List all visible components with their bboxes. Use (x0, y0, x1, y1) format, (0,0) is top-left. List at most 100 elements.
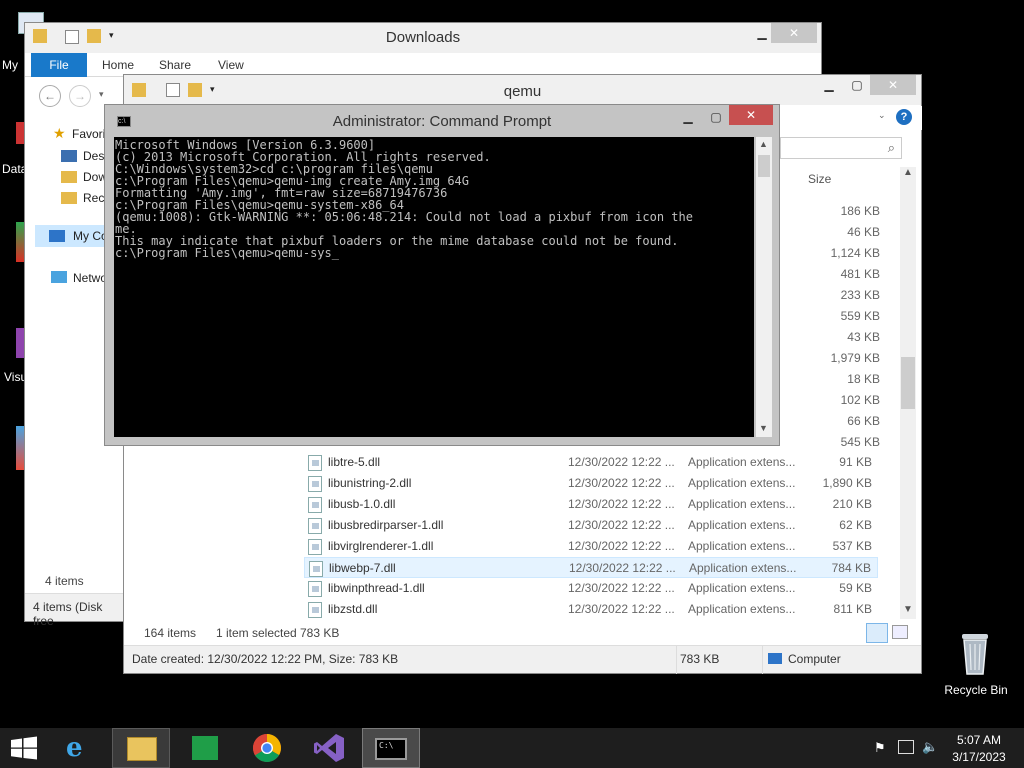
tab-share[interactable]: Share (159, 58, 191, 72)
visual-studio-icon (314, 734, 344, 762)
desktop-label-my[interactable]: My (2, 58, 18, 72)
internet-explorer-icon: e (66, 733, 83, 763)
help-icon[interactable]: ? (896, 109, 912, 125)
vertical-scrollbar[interactable]: ▲ ▼ (900, 167, 916, 619)
table-row[interactable]: libunistring-2.dll 12/30/2022 12:22 ... … (304, 473, 878, 494)
downloads-status-text: 4 items (Disk free (33, 600, 103, 628)
file-name: libtre-5.dll (328, 455, 381, 469)
search-input[interactable]: ⌕ (780, 137, 902, 159)
qemu-selected-size: 783 KB (300, 626, 340, 640)
cmd-titlebar[interactable]: c:\ Administrator: Command Prompt ▁ ▢ ✕ (105, 105, 779, 137)
close-button[interactable]: ✕ (870, 75, 916, 95)
qemu-titlebar[interactable]: ▾ qemu ▁ ▢ ✕ (124, 75, 921, 105)
cmd-window[interactable]: c:\ Administrator: Command Prompt ▁ ▢ ✕ … (104, 104, 780, 446)
file-type: Application extens... (688, 581, 796, 595)
windows-logo-icon (11, 736, 37, 760)
file-name: libwinpthread-1.dll (328, 581, 425, 595)
qemu-item-count: 164 items (144, 626, 197, 640)
file-name: libzstd.dll (328, 602, 378, 616)
volume-icon[interactable]: 🔈 (922, 739, 938, 755)
minimize-button[interactable]: ▁ (675, 107, 701, 127)
qemu-title: qemu (503, 83, 542, 100)
close-button[interactable]: ✕ (771, 23, 817, 43)
console-scrollbar[interactable]: ▲ ▼ (756, 137, 772, 437)
file-size: 559 KB (840, 309, 880, 323)
file-size: 784 KB (831, 561, 871, 575)
clock-time[interactable]: 5:07 AM (946, 733, 1012, 747)
computer-nav-icon (49, 230, 65, 242)
file-size: 43 KB (847, 330, 880, 344)
file-size: 1,979 KB (830, 351, 880, 365)
scrollbar-thumb[interactable] (758, 155, 770, 177)
file-list: libtre-5.dll 12/30/2022 12:22 ... Applic… (304, 452, 878, 620)
file-size: 59 KB (839, 581, 872, 595)
forward-button[interactable]: → (69, 85, 91, 107)
taskbar-store[interactable] (176, 728, 234, 768)
maximize-button[interactable]: ▢ (840, 75, 874, 95)
tab-file[interactable]: File (31, 53, 87, 77)
file-explorer-icon (127, 737, 157, 761)
store-icon (192, 736, 218, 760)
nav-item-network[interactable]: Netwo (73, 271, 107, 285)
clock-date[interactable]: 3/17/2023 (946, 750, 1012, 764)
taskbar-chrome[interactable] (238, 728, 296, 768)
downloads-titlebar[interactable]: ▾ Downloads ▁ ✕ (25, 23, 821, 53)
file-size: 1,890 KB (822, 476, 872, 490)
table-row[interactable]: libusbredirparser-1.dll 12/30/2022 12:22… (304, 515, 878, 536)
recent-locations-chevron-icon[interactable]: ▾ (99, 89, 104, 100)
recycle-bin[interactable]: Recycle Bin (944, 630, 1008, 704)
file-size: 811 KB (833, 602, 872, 616)
scroll-up-icon[interactable]: ▲ (759, 139, 768, 149)
taskbar: e C:\ ⚑ 🔈 5:07 AM 3/17/2023 (0, 728, 1024, 768)
scroll-down-icon[interactable]: ▼ (903, 604, 913, 615)
back-button[interactable]: ← (39, 85, 61, 107)
table-row[interactable]: libwinpthread-1.dll 12/30/2022 12:22 ...… (304, 578, 878, 599)
nav-item-favorites[interactable]: Favori (72, 127, 105, 141)
ribbon-expand-chevron-icon[interactable]: ⌄ (878, 110, 886, 121)
file-date: 12/30/2022 12:22 ... (568, 539, 675, 553)
dll-file-icon (308, 581, 322, 597)
file-type: Application extens... (688, 497, 796, 511)
scrollbar-thumb[interactable] (901, 357, 915, 409)
file-size: 91 KB (839, 455, 872, 469)
favorites-star-icon: ★ (53, 125, 66, 141)
table-row[interactable]: libtre-5.dll 12/30/2022 12:22 ... Applic… (304, 452, 878, 473)
action-center-flag-icon[interactable]: ⚑ (874, 740, 886, 756)
file-name: libusb-1.0.dll (328, 497, 396, 511)
scroll-up-icon[interactable]: ▲ (903, 167, 913, 178)
file-name: libunistring-2.dll (328, 476, 412, 490)
size-column-header[interactable]: Size (808, 172, 831, 186)
details-view-icon[interactable] (866, 623, 888, 643)
tab-home[interactable]: Home (102, 58, 134, 72)
file-size: 66 KB (847, 414, 880, 428)
file-type: Application extens... (688, 455, 796, 469)
console-output[interactable]: Microsoft Windows [Version 6.3.9600] (c)… (114, 137, 754, 437)
table-row[interactable]: libvirglrenderer-1.dll 12/30/2022 12:22 … (304, 536, 878, 557)
dll-file-icon (308, 476, 322, 492)
file-date: 12/30/2022 12:22 ... (568, 518, 675, 532)
file-size: 46 KB (847, 225, 880, 239)
table-row-selected[interactable]: libwebp-7.dll 12/30/2022 12:22 ... Appli… (304, 557, 878, 578)
close-button[interactable]: ✕ (729, 105, 773, 125)
taskbar-internet-explorer[interactable]: e (52, 728, 110, 768)
table-row[interactable]: libzstd.dll 12/30/2022 12:22 ... Applica… (304, 599, 878, 620)
recycle-bin-icon (958, 632, 992, 676)
large-icons-view-icon[interactable] (892, 625, 908, 639)
file-type: Application extens... (688, 518, 796, 532)
nav-item-my-computer[interactable]: My Co (73, 229, 108, 243)
taskbar-command-prompt[interactable]: C:\ (362, 728, 420, 768)
hidden-rows-sizes: 186 KB 46 KB 1,124 KB 481 KB 233 KB 559 … (784, 199, 880, 449)
taskbar-visual-studio[interactable] (300, 728, 358, 768)
search-icon: ⌕ (887, 140, 895, 155)
network-status-icon[interactable] (898, 740, 914, 754)
table-row[interactable]: libusb-1.0.dll 12/30/2022 12:22 ... Appl… (304, 494, 878, 515)
taskbar-file-explorer[interactable] (112, 728, 170, 768)
file-size: 186 KB (840, 204, 880, 218)
scroll-down-icon[interactable]: ▼ (759, 423, 768, 433)
start-button[interactable] (10, 736, 38, 760)
dll-file-icon (308, 518, 322, 534)
maximize-button[interactable]: ▢ (703, 107, 729, 127)
command-prompt-icon: C:\ (375, 738, 407, 760)
desktop-folder-icon (61, 150, 77, 162)
tab-view[interactable]: View (218, 58, 244, 72)
